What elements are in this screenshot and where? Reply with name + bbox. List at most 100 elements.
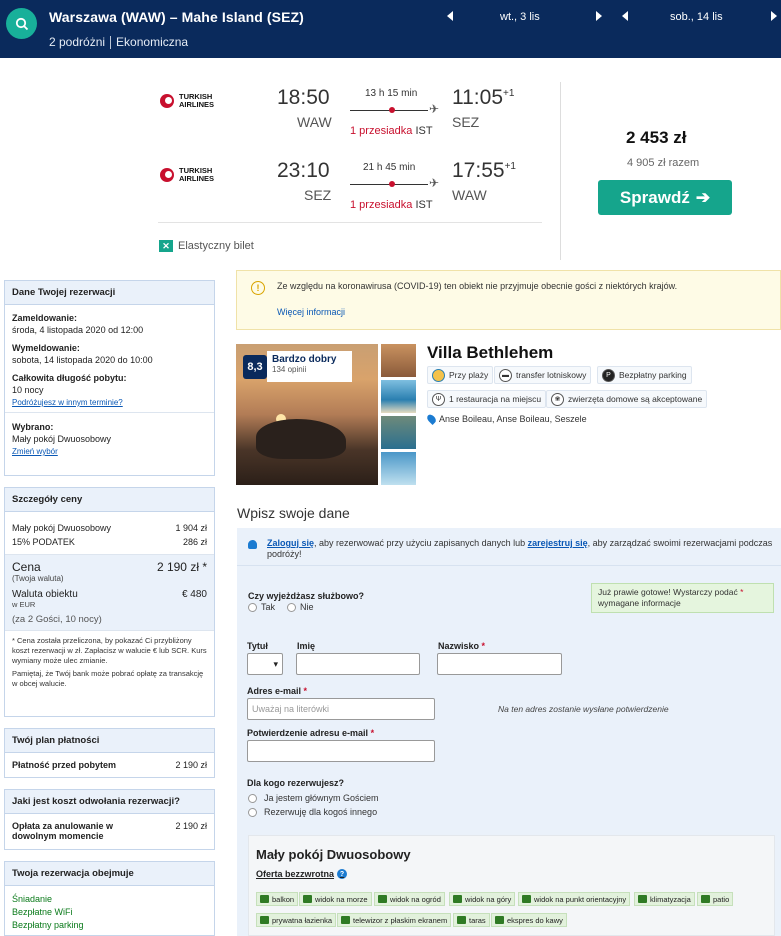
property-currency-label: Waluta obiektu <box>12 589 78 600</box>
email-confirm-label: Potwierdzenie adresu e-mail * <box>247 728 375 738</box>
main-guest-radio[interactable]: Ja jestem głównym Gościem <box>248 793 379 803</box>
bank-fee-footnote: Pamiętaj, że Twój bank może pobrać opłat… <box>12 669 204 688</box>
title-select[interactable]: ▾ <box>247 653 283 675</box>
feature-beach: Przy plaży <box>427 366 494 384</box>
next-return-date-icon[interactable] <box>771 11 777 21</box>
facility-tag: widok na morze <box>299 892 372 906</box>
hotel-thumbnail[interactable] <box>381 452 416 485</box>
checkin-label: Zameldowanie: <box>12 313 78 323</box>
payment-plan-label: Płatność przed pobytem <box>12 760 117 770</box>
hotel-thumbnail[interactable] <box>381 344 416 377</box>
booking-details-title: Dane Twojej rezerwacji <box>5 281 214 305</box>
price-details-box: Szczegóły ceny Mały pokój Dwuosobowy 1 90… <box>4 487 215 717</box>
business-no-radio[interactable]: Nie <box>287 602 314 612</box>
inbound-stops: 1 przesiadka IST <box>350 199 433 211</box>
outbound-stops: 1 przesiadka IST <box>350 125 433 137</box>
booking-for-label: Dla kogo rezerwujesz? <box>247 778 345 788</box>
outbound-arr-code: SEZ <box>452 114 480 130</box>
cancellation-title: Jaki jest koszt odwołania rezerwacji? <box>5 790 214 814</box>
chosen-room: Mały pokój Dwuosobowy <box>12 434 112 444</box>
facility-tag: widok na ogród <box>374 892 445 906</box>
property-currency-value: € 480 <box>181 589 207 600</box>
check-flight-button[interactable]: Sprawdź ➔ <box>598 180 732 215</box>
email-confirm-input[interactable] <box>247 740 435 762</box>
stay-length-label: Całkowita długość pobytu: <box>12 373 127 383</box>
payment-plan-title: Twój plan płatności <box>5 729 214 753</box>
warning-icon: ! <box>251 281 265 295</box>
depart-date[interactable]: wt., 3 lis <box>500 11 540 23</box>
first-name-input[interactable] <box>296 653 420 675</box>
checkin-value: środa, 4 listopada 2020 od 12:00 <box>12 325 144 335</box>
room-title: Mały pokój Dwuosobowy <box>256 847 411 862</box>
covid-more-link[interactable]: Więcej informacji <box>277 307 345 317</box>
title-label: Tytuł <box>247 641 268 651</box>
parking-icon: P <box>602 368 615 382</box>
email-hint: Na ten adres zostanie wysłane potwierdze… <box>498 704 669 714</box>
covid-notice: ! Ze względu na koronawirusa (COVID-19) … <box>236 270 781 330</box>
price-details-title: Szczegóły ceny <box>5 488 214 512</box>
last-name-input[interactable] <box>437 653 562 675</box>
hotel-thumbnail[interactable] <box>381 416 416 449</box>
email-label: Adres e-mail * <box>247 686 308 696</box>
facility-tag: telewizor z płaskim ekranem <box>337 913 452 927</box>
chosen-label: Wybrano: <box>12 422 54 432</box>
inbound-arr-code: WAW <box>452 187 487 203</box>
facility-tag: prywatna łazienka <box>256 913 337 927</box>
hotel-thumbnail[interactable] <box>381 380 416 413</box>
help-icon[interactable]: ? <box>337 869 348 879</box>
hotel-name[interactable]: Villa Bethlehem <box>427 343 553 363</box>
payment-plan-value: 2 190 zł <box>175 760 207 770</box>
other-guest-radio[interactable]: Rezerwuję dla kogoś innego <box>248 807 377 817</box>
business-yes-radio[interactable]: Tak <box>248 602 275 612</box>
covid-text: Ze względu na koronawirusa (COVID-19) te… <box>277 281 678 291</box>
airline-inbound: TURKISH AIRLINES <box>160 167 214 183</box>
outbound-arr-time: 11:05+1 <box>452 86 515 109</box>
stop-dot-icon <box>389 181 395 187</box>
outbound-dep-code: WAW <box>297 114 332 130</box>
stay-length-value: 10 nocy <box>12 385 44 395</box>
business-trip-label: Czy wyjeżdżasz służbowo? <box>248 591 365 601</box>
next-depart-date-icon[interactable] <box>596 11 602 21</box>
facility-tag: balkon <box>256 892 299 906</box>
rating-box: Bardzo dobry 134 opinii <box>267 351 352 382</box>
prev-return-date-icon[interactable] <box>622 11 628 21</box>
feature-airport-transfer: ▬ transfer lotniskowy <box>494 366 592 384</box>
login-prompt: Zaloguj się, aby rezerwować przy użyciu … <box>237 528 781 566</box>
feature-pets: ❀ zwierzęta domowe są akceptowane <box>546 390 708 408</box>
facility-tag: widok na punkt orientacyjny <box>518 892 631 906</box>
non-refundable-offer[interactable]: Oferta bezzwrotna? <box>256 869 348 879</box>
login-link[interactable]: Zaloguj się <box>267 538 314 548</box>
inbound-dep-code: SEZ <box>304 187 332 203</box>
payment-plan-box: Twój plan płatności Płatność przed pobyt… <box>4 728 215 778</box>
includes-item: Bezpłatny parking <box>12 920 84 930</box>
shuttle-icon: ▬ <box>499 368 512 382</box>
register-link[interactable]: zarejestruj się <box>528 538 588 548</box>
return-date[interactable]: sob., 14 lis <box>670 11 723 23</box>
flight-price: 2 453 zł <box>626 128 687 147</box>
search-summary-bar[interactable]: Warszawa (WAW) – Mahe Island (SEZ) 2 pod… <box>0 0 781 58</box>
tax-value: 286 zł <box>182 537 207 547</box>
form-title: Wpisz swoje dane <box>237 505 350 521</box>
room-price-label: Mały pokój Dwuosobowy <box>12 523 112 533</box>
outbound-duration: 13 h 15 min <box>365 88 418 99</box>
total-price-label: Cena <box>12 560 41 574</box>
cancellation-label: Opłata za anulowanie w dowolnym momencie <box>12 821 114 841</box>
cancellation-value: 2 190 zł <box>175 821 207 831</box>
other-date-link[interactable]: Podróżujesz w innym terminie? <box>12 398 123 407</box>
plane-icon: ✈ <box>429 102 440 116</box>
first-name-label: Imię <box>297 641 316 651</box>
prev-depart-date-icon[interactable] <box>447 11 453 21</box>
flight-price-total: 4 905 zł razem <box>627 157 700 169</box>
review-score: 8,3 <box>243 355 267 379</box>
cabin-class: Ekonomiczna <box>116 35 189 49</box>
feature-free-parking: P Bezpłatny parking <box>597 366 692 384</box>
includes-item: Bezpłatne WiFi <box>12 907 73 917</box>
includes-item: Śniadanie <box>12 894 53 904</box>
turkish-airlines-logo-icon <box>160 94 174 108</box>
currency-footnote: * Cena została przeliczona, by pokazać C… <box>12 636 207 665</box>
price-divider <box>560 82 561 260</box>
change-selection-link[interactable]: Zmień wybór <box>12 447 58 456</box>
search-icon[interactable] <box>6 8 37 39</box>
route-title: Warszawa (WAW) – Mahe Island (SEZ) <box>49 9 304 25</box>
email-input[interactable]: Uważaj na literówki <box>247 698 435 720</box>
